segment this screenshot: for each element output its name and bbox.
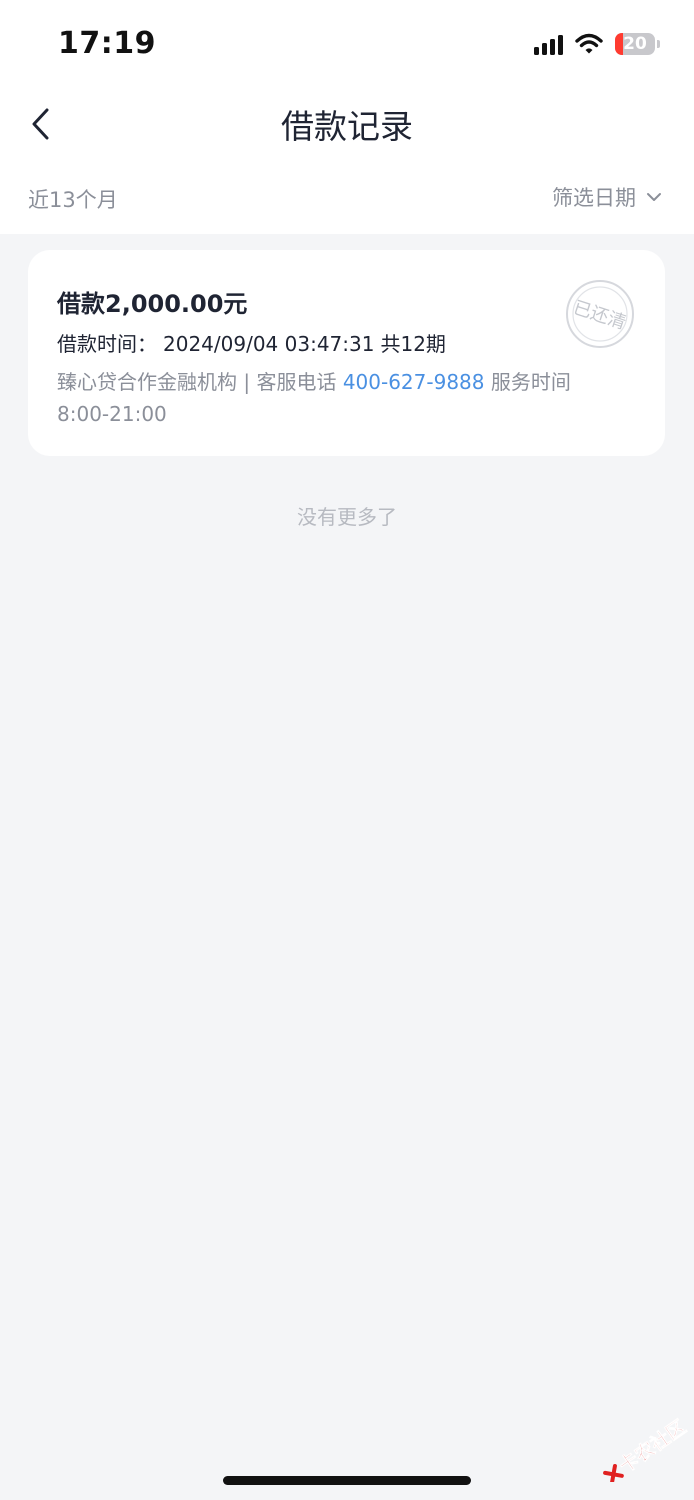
chevron-down-icon (647, 193, 661, 201)
institution-name: 臻心贷合作金融机构 | 客服电话 (57, 370, 343, 394)
filter-bar: 近13个月 筛选日期 (0, 168, 694, 234)
battery-tip (657, 40, 660, 48)
signal-icon (534, 33, 563, 55)
battery-icon: 20 (615, 33, 655, 55)
stamp-text: 已还清 (571, 297, 629, 334)
no-more-text: 没有更多了 (297, 505, 397, 529)
phone-link[interactable]: 400-627-9888 (343, 370, 485, 394)
loan-record-card[interactable]: 借款2,000.00元 借款时间： 2024/09/04 03:47:31 共12期… (28, 250, 665, 456)
status-icons: 20 (534, 30, 660, 58)
status-bar: 17:19 20 (0, 0, 694, 88)
page-title: 借款记录 (281, 107, 413, 146)
nav-bar: 借款记录 (0, 88, 694, 168)
range-label: 近13个月 (28, 188, 118, 212)
loan-time-label: 借款时间： (57, 332, 157, 356)
watermark-text: 卡农社区 (615, 1415, 688, 1477)
institution-info: 臻心贷合作金融机构 | 客服电话 400-627-9888 服务时间8:00-2… (57, 366, 597, 430)
status-time: 17:19 (58, 26, 156, 61)
watermark-logo: 卡农社区 (603, 1415, 688, 1482)
home-indicator[interactable] (223, 1476, 471, 1485)
wifi-icon (575, 33, 603, 54)
loan-amount: 借款2,000.00元 (57, 290, 248, 318)
date-filter-label: 筛选日期 (552, 186, 636, 210)
date-filter-button[interactable]: 筛选日期 (552, 182, 662, 212)
loan-periods: 共12期 (380, 332, 446, 356)
loan-time-row: 借款时间： 2024/09/04 03:47:31 共12期 (57, 328, 452, 357)
repaid-stamp: 已还清 (566, 280, 634, 348)
loan-time-value: 2024/09/04 03:47:31 (163, 332, 375, 356)
battery-level: 20 (623, 34, 647, 54)
